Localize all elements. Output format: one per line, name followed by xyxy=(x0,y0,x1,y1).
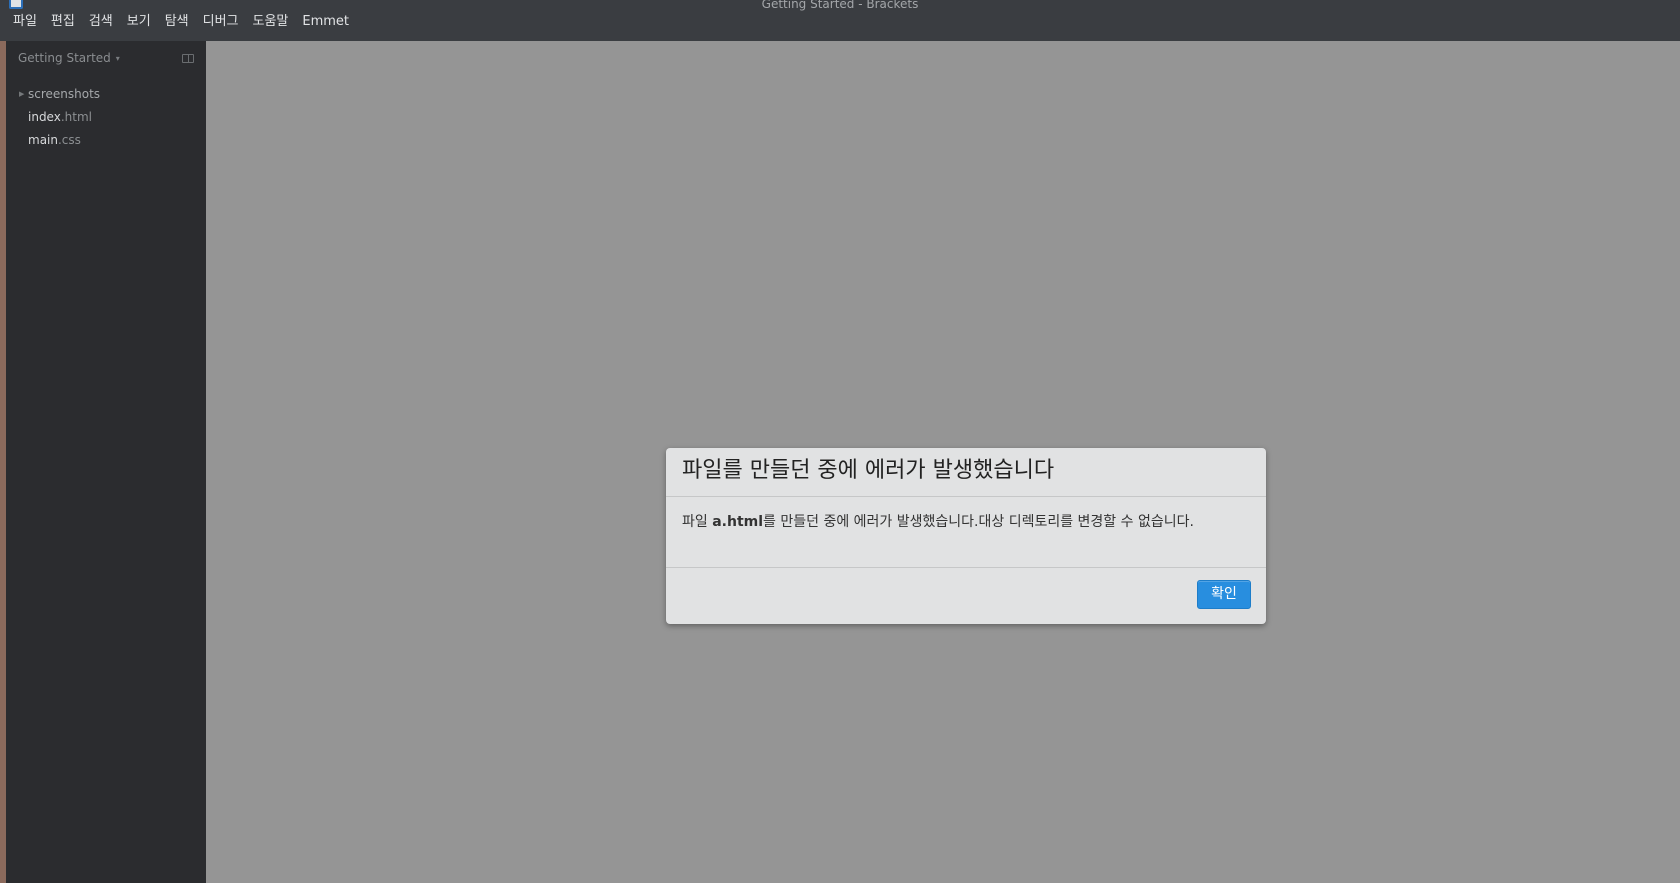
sidebar: Getting Started ▾ ▶ screenshots index.htm… xyxy=(6,41,206,883)
menu-view[interactable]: 보기 xyxy=(120,12,158,32)
project-dropdown[interactable]: Getting Started ▾ xyxy=(18,50,120,67)
chevron-down-icon: ▾ xyxy=(115,53,120,63)
titlebar: Getting Started - Brackets 파일 편집 검색 보기 탐… xyxy=(0,0,1680,41)
project-title-label: Getting Started xyxy=(18,51,111,65)
menu-help[interactable]: 도움말 xyxy=(246,12,296,32)
menu-debug[interactable]: 디버그 xyxy=(196,12,246,32)
folder-name: screenshots xyxy=(28,87,101,101)
dialog-message-filename: a.html xyxy=(712,514,764,530)
tree-item-folder[interactable]: ▶ screenshots xyxy=(6,83,206,106)
file-tree: ▶ screenshots index.html main.css xyxy=(6,83,206,152)
dialog-message-prefix: 파일 xyxy=(682,514,713,530)
ok-button[interactable]: 확인 xyxy=(1197,580,1251,609)
menubar: 파일 편집 검색 보기 탐색 디버그 도움말 Emmet xyxy=(6,12,356,32)
split-view-icon[interactable] xyxy=(182,54,194,63)
dialog-message-suffix: 를 만들던 중에 에러가 발생했습니다.대상 디렉토리를 변경할 수 없습니다. xyxy=(763,514,1194,530)
file-extension: .css xyxy=(57,133,81,147)
dialog-title: 파일를 만들던 중에 에러가 발생했습니다 xyxy=(682,458,1055,483)
window-title: Getting Started - Brackets xyxy=(761,0,919,11)
dialog-header: 파일를 만들던 중에 에러가 발생했습니다 xyxy=(666,448,1266,497)
tree-item-file[interactable]: index.html xyxy=(6,106,206,129)
menu-navigate[interactable]: 탐색 xyxy=(158,12,196,32)
file-name: main xyxy=(28,133,58,147)
disclosure-arrow-icon[interactable]: ▶ xyxy=(19,83,24,106)
error-dialog: 파일를 만들던 중에 에러가 발생했습니다 파일 a.html를 만들던 중에 … xyxy=(666,448,1266,624)
dialog-footer: 확인 xyxy=(666,568,1266,623)
file-extension: .html xyxy=(60,110,92,124)
menu-edit[interactable]: 편집 xyxy=(44,12,82,32)
dialog-body: 파일 a.html를 만들던 중에 에러가 발생했습니다.대상 디렉토리를 변경… xyxy=(666,497,1266,568)
menu-file[interactable]: 파일 xyxy=(6,12,44,32)
tree-item-file[interactable]: main.css xyxy=(6,129,206,152)
menu-emmet[interactable]: Emmet xyxy=(295,12,356,32)
menu-find[interactable]: 검색 xyxy=(82,12,120,32)
file-name: index xyxy=(28,110,61,124)
